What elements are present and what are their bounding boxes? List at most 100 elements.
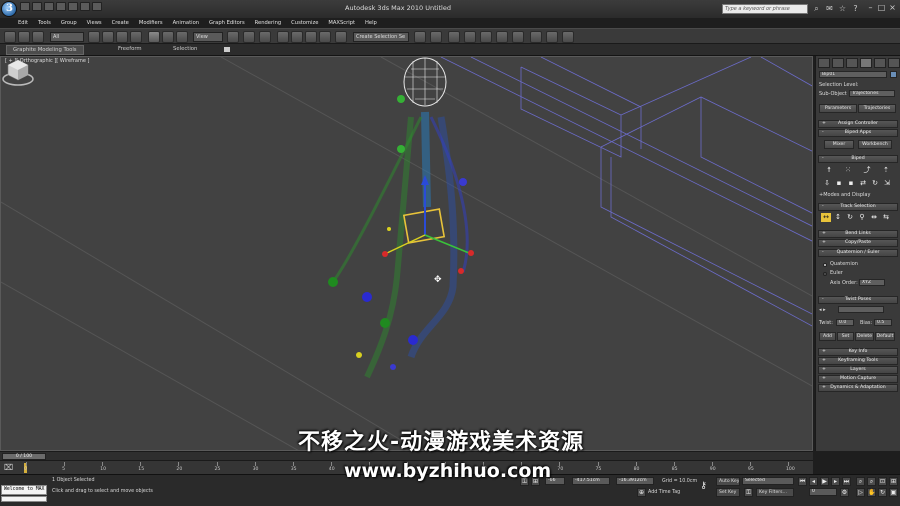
go-to-start-icon[interactable]: ⏮: [798, 477, 807, 486]
favorites-star-icon[interactable]: ☆: [838, 4, 847, 13]
object-name-field[interactable]: Bip01: [819, 71, 887, 78]
rollout-assign-controller[interactable]: + Assign Controller: [818, 120, 898, 128]
biped-playback-icon[interactable]: ⇩: [822, 179, 832, 188]
display-tab-icon[interactable]: [874, 58, 886, 68]
zoom-all-icon[interactable]: ⌕: [867, 477, 876, 486]
viewport-orthographic[interactable]: [ + ][ Orthographic ][ Wireframe ] ✥: [0, 56, 813, 451]
reference-coordinate-dropdown[interactable]: View: [193, 32, 223, 42]
maximize-viewport-icon[interactable]: ▣: [889, 488, 898, 497]
named-selection-set-dropdown[interactable]: Create Selection Se: [353, 32, 409, 42]
maximize-icon[interactable]: □: [877, 3, 886, 12]
close-icon[interactable]: ×: [888, 3, 897, 12]
convert-icon[interactable]: ⇄: [858, 179, 868, 188]
rollout-keyframing-tools[interactable]: + Keyframing Tools: [818, 357, 898, 365]
new-scene-icon[interactable]: [20, 2, 30, 11]
motion-flow-mode-icon[interactable]: ⤴: [862, 166, 872, 175]
motion-tab-icon[interactable]: [860, 58, 872, 68]
key-filters-button[interactable]: Key Filters...: [756, 488, 794, 497]
rollout-biped[interactable]: - Biped: [818, 155, 898, 163]
symmetrical-icon[interactable]: ⇹: [869, 213, 879, 222]
menu-views[interactable]: Views: [87, 18, 102, 28]
project-folder-icon[interactable]: [80, 2, 90, 11]
select-and-scale-icon[interactable]: [176, 31, 188, 43]
align-icon[interactable]: [430, 31, 442, 43]
orbit-icon[interactable]: ↻: [878, 488, 887, 497]
set-key-mode-icon[interactable]: ⚿: [744, 488, 753, 497]
rollout-dynamics-adaptation[interactable]: + Dynamics & Adaptation: [818, 384, 898, 392]
euler-radio[interactable]: [823, 272, 827, 276]
pan-view-icon[interactable]: ✋: [867, 488, 876, 497]
play-icon[interactable]: ▶: [820, 477, 829, 486]
previous-frame-icon[interactable]: ◂: [809, 477, 818, 486]
rollout-quaternion-euler[interactable]: - Quaternion / Euler: [818, 249, 898, 257]
time-configuration-icon[interactable]: ⚙: [840, 488, 849, 497]
spinner-snap-icon[interactable]: [319, 31, 331, 43]
tab-graphite-modeling-tools[interactable]: Graphite Modeling Tools: [6, 45, 84, 55]
select-by-name-icon[interactable]: [102, 31, 114, 43]
rollout-twist-poses[interactable]: - Twist Poses: [818, 296, 898, 304]
dropdown-arrow-icon[interactable]: [92, 2, 102, 11]
tab-selection[interactable]: Selection: [173, 46, 197, 52]
material-editor-icon[interactable]: [512, 31, 524, 43]
angle-snap-icon[interactable]: [291, 31, 303, 43]
go-to-end-icon[interactable]: ⏭: [842, 477, 851, 486]
axis-order-dropdown[interactable]: XYZ: [859, 279, 885, 286]
menu-group[interactable]: Group: [61, 18, 77, 28]
delete-twist-button[interactable]: Delete: [855, 332, 874, 341]
menu-rendering[interactable]: Rendering: [255, 18, 282, 28]
next-frame-icon[interactable]: ▸: [831, 477, 840, 486]
unlink-selection-icon[interactable]: [18, 31, 30, 43]
opposite-icon[interactable]: ⇆: [881, 213, 891, 222]
body-vertical-icon[interactable]: ↕: [833, 213, 843, 222]
mixer-button[interactable]: Mixer: [824, 140, 854, 149]
save-file-icon[interactable]: [44, 2, 54, 11]
percent-snap-icon[interactable]: [305, 31, 317, 43]
twist-spinner[interactable]: 0.0: [836, 319, 854, 326]
set-key-button[interactable]: Set Key: [716, 488, 740, 497]
maxscript-listener-input[interactable]: Welcome to MAX: [1, 485, 47, 495]
app-logo-button[interactable]: [1, 1, 17, 17]
load-file-icon[interactable]: ▪: [834, 179, 844, 188]
select-and-rotate-icon[interactable]: [162, 31, 174, 43]
menu-edit[interactable]: Edit: [18, 18, 28, 28]
mirror-icon[interactable]: [414, 31, 426, 43]
rollout-key-info[interactable]: + Key Info: [818, 348, 898, 356]
parameters-button[interactable]: Parameters: [819, 104, 857, 113]
menu-graph-editors[interactable]: Graph Editors: [209, 18, 245, 28]
add-time-tag-button[interactable]: Add Time Tag: [648, 490, 680, 495]
tab-freeform[interactable]: Freeform: [118, 46, 142, 52]
schematic-view-icon[interactable]: [496, 31, 508, 43]
auto-key-button[interactable]: Auto Key: [716, 477, 740, 486]
graphite-tools-icon[interactable]: [464, 31, 476, 43]
menu-help[interactable]: Help: [365, 18, 377, 28]
menu-customize[interactable]: Customize: [291, 18, 318, 28]
zoom-icon[interactable]: ⌕: [856, 477, 865, 486]
figure-mode-icon[interactable]: ☨: [824, 166, 834, 175]
layer-manager-icon[interactable]: [448, 31, 460, 43]
in-place-mode-icon[interactable]: ⇲: [882, 179, 892, 188]
current-frame-field[interactable]: 0: [809, 488, 837, 496]
lock-cob-icon[interactable]: ⚲: [857, 213, 867, 222]
render-setup-icon[interactable]: [530, 31, 542, 43]
sub-object-dropdown[interactable]: Trajectories: [849, 90, 895, 97]
menu-tools[interactable]: Tools: [38, 18, 51, 28]
select-object-icon[interactable]: [88, 31, 100, 43]
redo-icon[interactable]: [68, 2, 78, 11]
body-horizontal-icon[interactable]: ↔: [821, 213, 831, 222]
twist-pose-arrows-icon[interactable]: ◂ ▸: [819, 307, 826, 313]
select-and-link-icon[interactable]: [4, 31, 16, 43]
keyboard-shortcut-override-icon[interactable]: [259, 31, 271, 43]
open-file-icon[interactable]: [32, 2, 42, 11]
utilities-tab-icon[interactable]: [888, 58, 900, 68]
twist-pose-dropdown[interactable]: [838, 306, 884, 313]
help-icon[interactable]: ?: [851, 4, 860, 13]
search-icon[interactable]: ⌕: [812, 4, 821, 13]
selection-set-key-dropdown[interactable]: Selected: [742, 477, 794, 485]
time-slider-thumb[interactable]: 0 / 100: [2, 453, 46, 460]
z-coordinate-field[interactable]: -16.3912cm: [616, 477, 654, 485]
create-tab-icon[interactable]: [818, 58, 830, 68]
zoom-extents-icon[interactable]: ⊡: [878, 477, 887, 486]
time-tag-icon[interactable]: ⊕: [637, 488, 646, 497]
field-of-view-icon[interactable]: ▷: [856, 488, 865, 497]
menu-modifiers[interactable]: Modifiers: [139, 18, 163, 28]
